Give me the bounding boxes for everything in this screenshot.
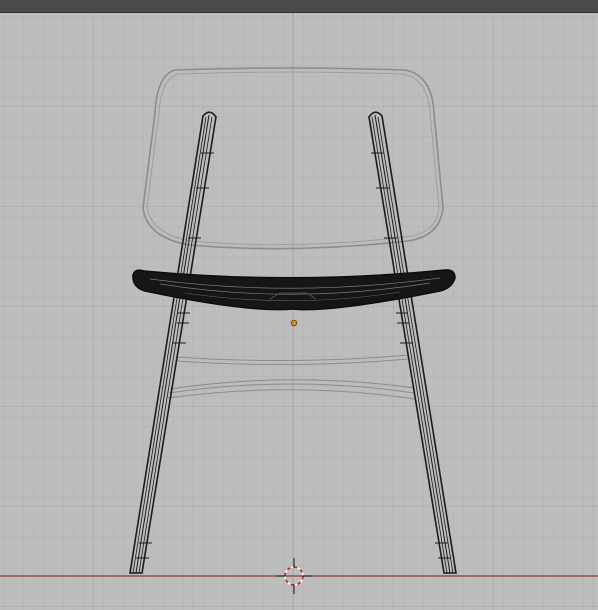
3d-viewport[interactable] [0, 13, 598, 610]
viewport-grid [0, 13, 598, 610]
viewport-header[interactable] [0, 0, 598, 13]
blender-app [0, 0, 598, 610]
object-origin-dot[interactable] [290, 319, 298, 327]
viewport-canvas[interactable] [0, 13, 598, 610]
